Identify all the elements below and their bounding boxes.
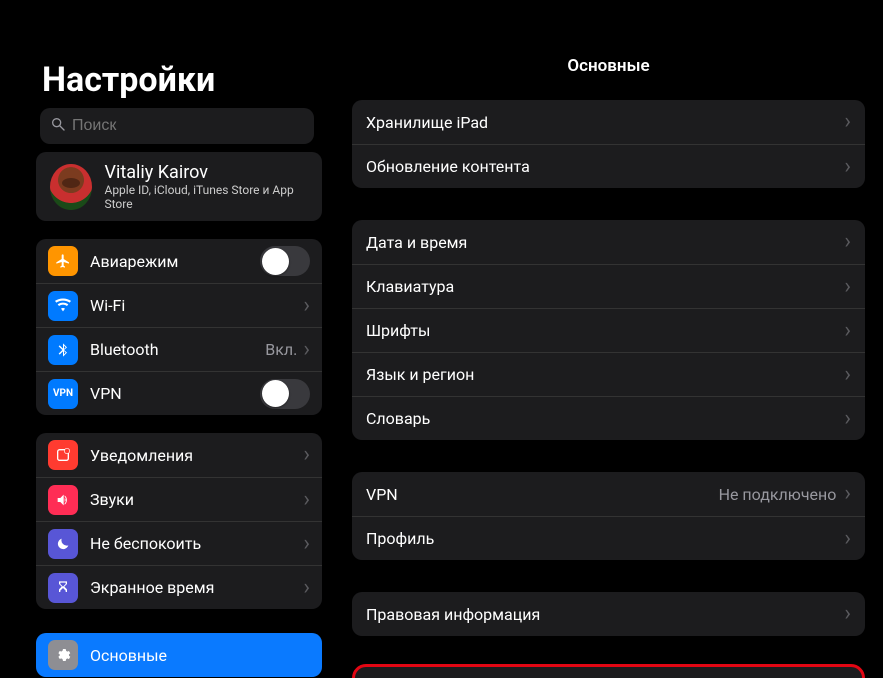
row-label: Словарь (366, 409, 844, 428)
chevron-right-icon: › (844, 603, 851, 625)
chevron-right-icon: › (844, 231, 851, 253)
row-reset[interactable]: Сброс › (355, 667, 862, 678)
row-datetime[interactable]: Дата и время › (352, 220, 865, 264)
sidebar-item-airplane[interactable]: Авиарежим (36, 239, 322, 283)
chevron-right-icon: › (844, 111, 851, 133)
vpn-icon: VPN (48, 379, 78, 409)
sidebar-item-vpn[interactable]: VPN VPN (36, 371, 322, 415)
sidebar-item-wifi[interactable]: Wi-Fi › (36, 283, 322, 327)
row-label: Хранилище iPad (366, 113, 844, 132)
row-fonts[interactable]: Шрифты › (352, 308, 865, 352)
chevron-right-icon: › (844, 156, 851, 178)
row-legal[interactable]: Правовая информация › (352, 592, 865, 636)
sidebar-item-notifications[interactable]: Уведомления › (36, 433, 322, 477)
search-field[interactable] (40, 108, 314, 144)
account-card[interactable]: Vitaliy Kairov Apple ID, iCloud, iTunes … (36, 152, 322, 221)
row-label: Язык и регион (366, 365, 844, 384)
notifications-icon (48, 440, 78, 470)
page-title: Настройки (0, 60, 334, 106)
row-keyboard[interactable]: Клавиатура › (352, 264, 865, 308)
chevron-right-icon: › (844, 528, 851, 550)
row-language-region[interactable]: Язык и регион › (352, 352, 865, 396)
search-icon (50, 116, 66, 136)
row-label: Клавиатура (366, 277, 844, 296)
chevron-right-icon: › (303, 577, 310, 599)
chevron-right-icon: › (844, 364, 851, 386)
chevron-right-icon: › (844, 408, 851, 430)
reset-group: Сброс › (352, 664, 865, 678)
airplane-icon (48, 246, 78, 276)
sidebar-item-label: Авиарежим (90, 252, 260, 271)
row-content-refresh[interactable]: Обновление контента › (352, 144, 865, 188)
storage-group: Хранилище iPad › Обновление контента › (352, 100, 865, 188)
search-input[interactable] (72, 117, 304, 135)
row-dictionary[interactable]: Словарь › (352, 396, 865, 440)
network-group: VPN Не подключено › Профиль › (352, 472, 865, 560)
row-profile[interactable]: Профиль › (352, 516, 865, 560)
sidebar-item-label: Основные (90, 646, 310, 665)
chevron-right-icon: › (303, 339, 310, 361)
row-label: Профиль (366, 529, 836, 548)
system-group: Основные (36, 633, 322, 677)
row-label: Дата и время (366, 233, 844, 252)
chevron-right-icon: › (303, 444, 310, 466)
chevron-right-icon: › (303, 489, 310, 511)
sidebar-item-screentime[interactable]: Экранное время › (36, 565, 322, 609)
row-label: VPN (366, 485, 719, 504)
moon-icon (48, 529, 78, 559)
sidebar-item-label: VPN (90, 384, 260, 403)
airplane-toggle[interactable] (260, 246, 310, 276)
chevron-right-icon: › (303, 295, 310, 317)
gear-icon (48, 640, 78, 670)
chevron-right-icon: › (844, 320, 851, 342)
row-label: Обновление контента (366, 157, 844, 176)
sidebar-item-label: Wi-Fi (90, 296, 297, 315)
alerts-group: Уведомления › Звуки › Не беспокоить › (36, 433, 322, 609)
locale-group: Дата и время › Клавиатура › Шрифты › Язы… (352, 220, 865, 440)
row-ipad-storage[interactable]: Хранилище iPad › (352, 100, 865, 144)
sounds-icon (48, 485, 78, 515)
main-header: Основные (334, 44, 883, 88)
legal-group: Правовая информация › (352, 592, 865, 636)
row-label: Шрифты (366, 321, 844, 340)
main-panel: Основные Хранилище iPad › Обновление кон… (334, 0, 883, 678)
sidebar-item-general[interactable]: Основные (36, 633, 322, 677)
account-subtitle: Apple ID, iCloud, iTunes Store и App Sto… (104, 183, 308, 211)
chevron-right-icon: › (844, 483, 851, 505)
vpn-status: Не подключено (719, 485, 837, 504)
chevron-right-icon: › (303, 533, 310, 555)
avatar (50, 164, 92, 210)
bluetooth-icon (48, 335, 78, 365)
bluetooth-value: Вкл. (265, 340, 297, 359)
account-name: Vitaliy Kairov (104, 162, 308, 183)
sidebar-item-label: Не беспокоить (90, 534, 303, 553)
sidebar-item-bluetooth[interactable]: Bluetooth Вкл. › (36, 327, 322, 371)
sidebar-item-label: Уведомления (90, 446, 303, 465)
vpn-toggle[interactable] (260, 379, 310, 409)
sidebar-item-sounds[interactable]: Звуки › (36, 477, 322, 521)
row-label: Правовая информация (366, 605, 844, 624)
sidebar: Настройки Vitaliy Kairov Apple ID, iClou… (0, 0, 334, 678)
wifi-icon (48, 291, 78, 321)
sidebar-item-label: Bluetooth (90, 340, 265, 359)
row-vpn[interactable]: VPN Не подключено › (352, 472, 865, 516)
sidebar-item-label: Звуки (90, 490, 303, 509)
hourglass-icon (48, 573, 78, 603)
connectivity-group: Авиарежим Wi-Fi › Bluetooth Вкл (36, 239, 322, 415)
chevron-right-icon: › (844, 276, 851, 298)
sidebar-item-dnd[interactable]: Не беспокоить › (36, 521, 322, 565)
sidebar-item-label: Экранное время (90, 578, 303, 597)
